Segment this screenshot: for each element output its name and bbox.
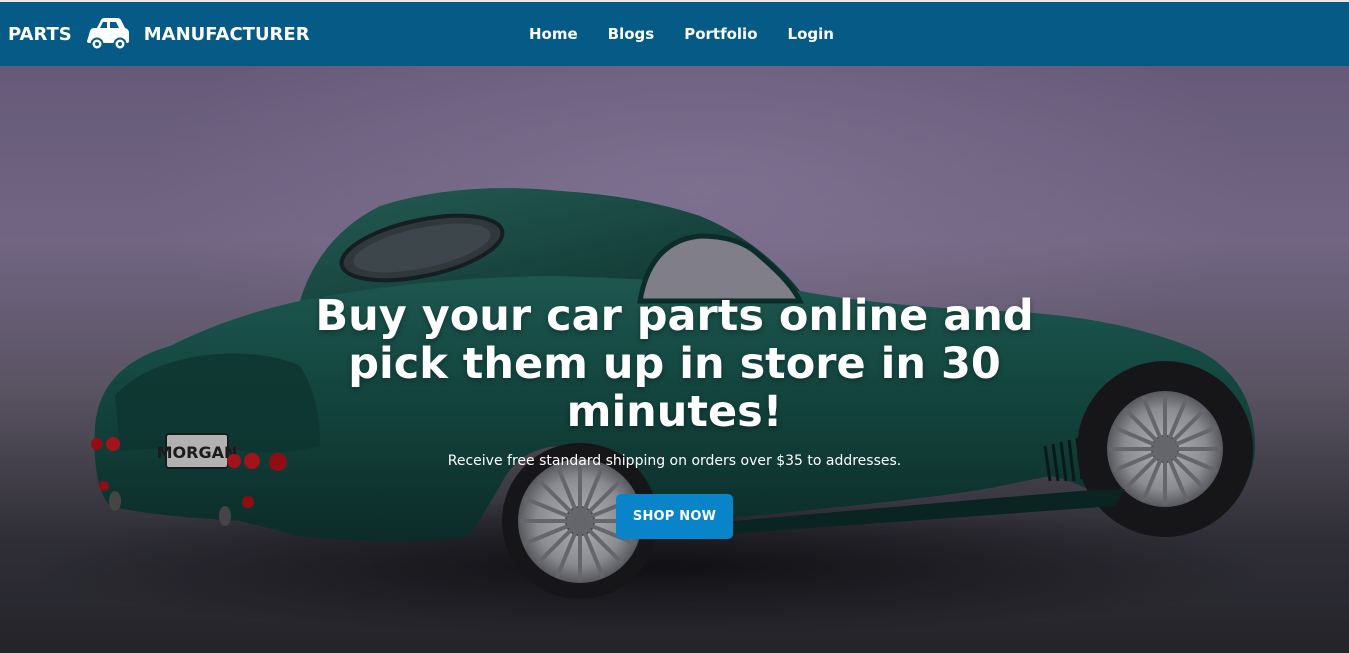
- hero-title: Buy your car parts online and pick them …: [315, 291, 1034, 437]
- brand-text-manufacturer: MANUFACTURER: [143, 23, 310, 45]
- nav-login-link[interactable]: Login: [788, 25, 834, 43]
- car-icon: [84, 14, 132, 54]
- nav-portfolio-link[interactable]: Portfolio: [684, 25, 757, 43]
- shop-now-button[interactable]: SHOP NOW: [615, 494, 734, 539]
- nav-home-link[interactable]: Home: [529, 25, 578, 43]
- nav-blogs-link[interactable]: Blogs: [608, 25, 655, 43]
- hero-banner: MORGAN Buy your car parts online and pic…: [0, 66, 1349, 653]
- brand-text-parts: PARTS: [8, 23, 72, 45]
- navbar: PARTS MANUFACTURER Home Blogs Portfolio …: [0, 0, 1349, 66]
- hero-content: Buy your car parts online and pick them …: [0, 292, 1349, 539]
- brand-logo[interactable]: PARTS MANUFACTURER: [8, 2, 310, 66]
- hero-subtitle: Receive free standard shipping on orders…: [447, 453, 902, 469]
- nav-menu: Home Blogs Portfolio Login: [514, 2, 849, 66]
